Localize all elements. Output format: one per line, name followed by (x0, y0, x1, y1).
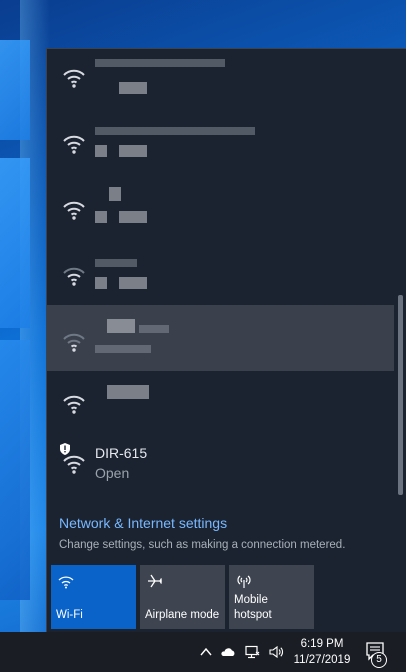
redacted-network-name (95, 59, 225, 67)
network-item[interactable] (47, 239, 395, 305)
wallpaper-pane (0, 158, 30, 328)
network-status: Open (95, 465, 130, 481)
network-item[interactable] (47, 371, 395, 437)
network-settings-description: Change settings, such as making a connec… (59, 539, 346, 551)
tile-label: Airplane mode (145, 609, 220, 621)
redacted-network-status (95, 345, 151, 353)
wifi-signal-icon (63, 395, 85, 414)
onedrive-cloud-icon[interactable] (220, 644, 236, 660)
wifi-signal-icon (63, 69, 85, 88)
redacted-network-name (139, 325, 169, 333)
network-item[interactable] (47, 49, 395, 107)
clock-date: 11/27/2019 (293, 654, 351, 666)
airplane-icon (148, 574, 163, 588)
redacted-network-status (95, 277, 107, 289)
hotspot-icon (237, 575, 251, 588)
network-item-hovered[interactable] (47, 305, 395, 371)
volume-icon[interactable] (268, 644, 284, 660)
notification-count-badge: 5 (371, 652, 387, 668)
wifi-icon (58, 576, 74, 589)
redacted-network-status (119, 211, 147, 223)
network-item[interactable] (47, 173, 395, 239)
redacted-network-status (119, 277, 147, 289)
redacted-network-status (119, 145, 147, 157)
taskbar-clock[interactable]: 6:19 PM 11/27/2019 (290, 636, 354, 668)
tile-label: Wi-Fi (56, 609, 83, 621)
redacted-network-status (119, 82, 147, 94)
wifi-signal-icon (63, 333, 85, 352)
taskbar: 6:19 PM 11/27/2019 5 (0, 632, 406, 672)
wifi-signal-icon (63, 135, 85, 154)
quick-action-tiles: Wi-Fi Airplane mode Mobile hotspot (51, 565, 314, 629)
wifi-signal-icon (63, 201, 85, 220)
network-settings-section: Network & Internet settings Change setti… (59, 515, 389, 551)
clock-time: 6:19 PM (300, 638, 344, 650)
redacted-network-name (95, 259, 137, 267)
wifi-toggle-tile[interactable]: Wi-Fi (51, 565, 136, 629)
redacted-network-name (107, 385, 149, 399)
scrollbar-thumb[interactable] (398, 295, 403, 495)
redacted-network-name (107, 319, 135, 333)
network-flyout: DIR-615 Open Network & Internet settings… (46, 48, 406, 632)
mobile-hotspot-tile[interactable]: Mobile hotspot (229, 565, 314, 629)
redacted-network-name (95, 127, 255, 135)
network-name: DIR-615 (95, 445, 148, 461)
tile-label: Mobile hotspot (234, 594, 272, 621)
network-item-dir-615[interactable]: DIR-615 Open (47, 437, 395, 507)
network-item[interactable] (47, 107, 395, 173)
redacted-network-status (95, 211, 107, 223)
wallpaper-pane (0, 40, 30, 140)
chevron-up-icon[interactable] (198, 644, 214, 660)
network-internet-settings-link[interactable]: Network & Internet settings (59, 515, 389, 531)
redacted-network-name (109, 187, 121, 201)
wifi-signal-icon (63, 455, 85, 474)
network-status-icon[interactable] (244, 644, 260, 660)
redacted-network-status (95, 145, 107, 157)
wallpaper-pane (0, 340, 30, 600)
wifi-signal-icon (63, 267, 85, 286)
network-list-scrollbar[interactable] (394, 49, 406, 505)
network-list: DIR-615 Open (47, 49, 395, 507)
airplane-mode-tile[interactable]: Airplane mode (140, 565, 225, 629)
